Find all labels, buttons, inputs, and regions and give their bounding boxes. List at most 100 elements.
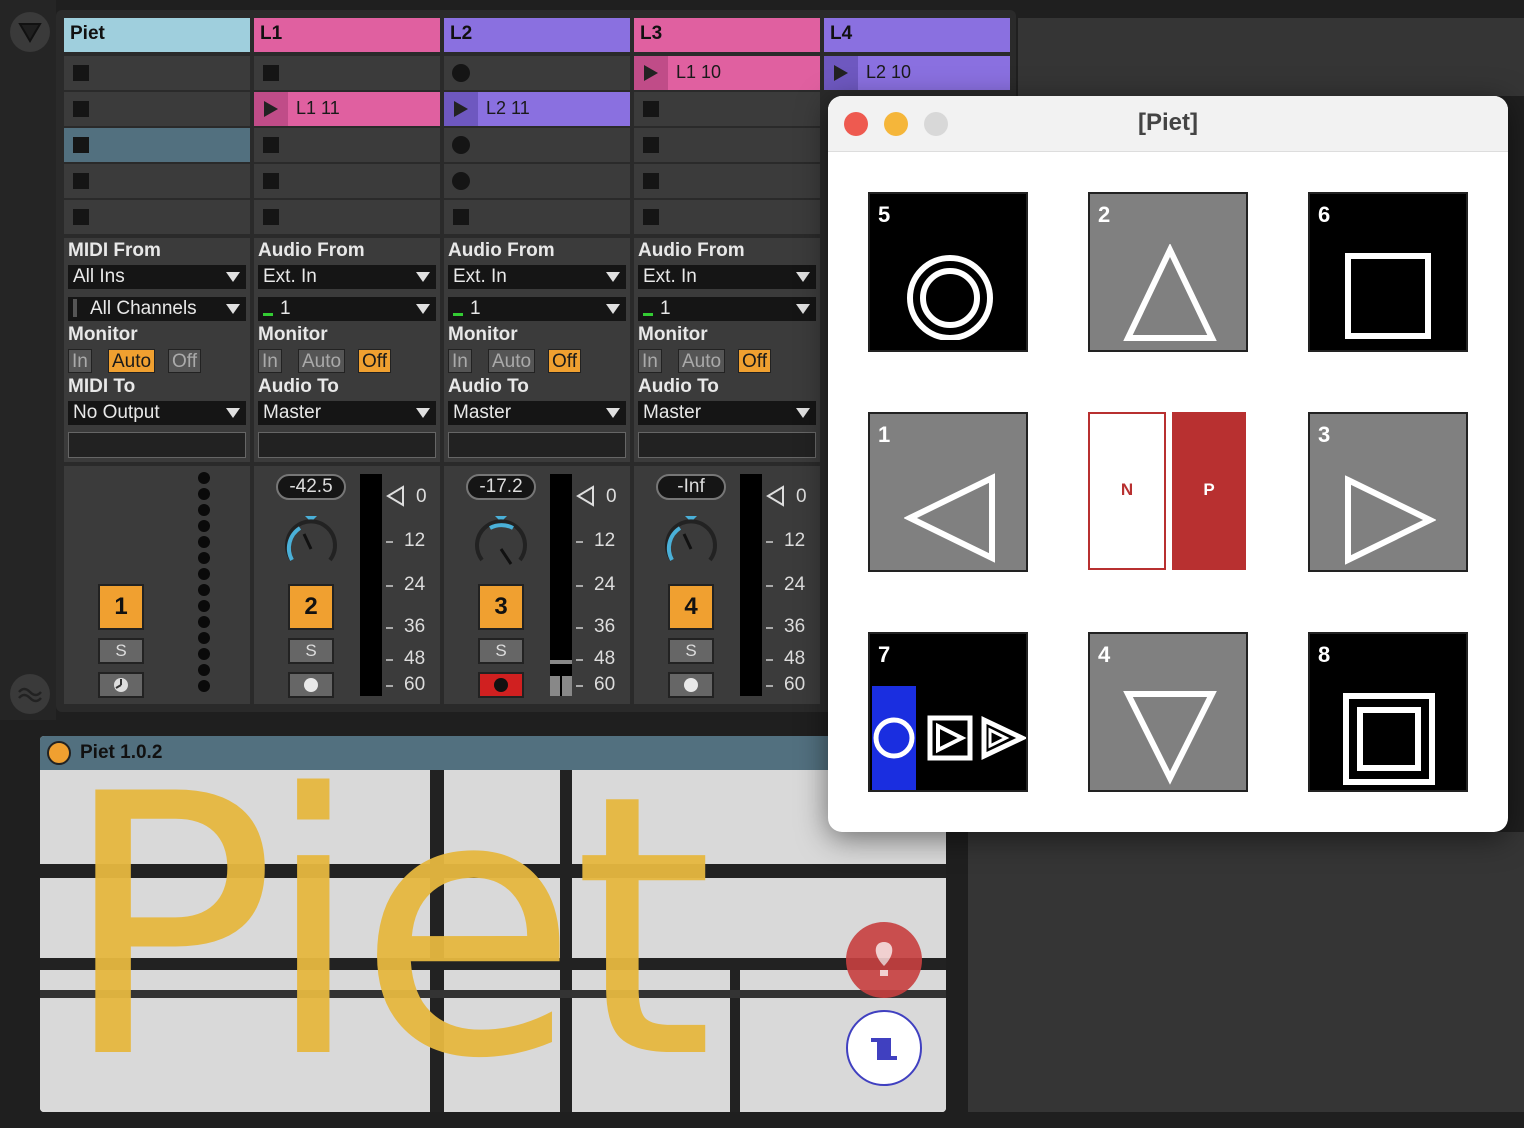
arm-button[interactable] <box>668 672 714 698</box>
track-header-piet[interactable]: Piet <box>64 18 250 52</box>
audio-to-dropdown[interactable]: Master <box>448 401 626 425</box>
empty-field[interactable] <box>638 432 816 458</box>
triangle-down-icon[interactable] <box>10 12 50 52</box>
clip-slot[interactable] <box>444 200 630 234</box>
clip-slot[interactable] <box>444 128 630 162</box>
clip-slot[interactable] <box>254 128 440 162</box>
audio-to-dropdown[interactable]: Master <box>638 401 816 425</box>
scroll-icon[interactable] <box>846 1010 922 1086</box>
stop-icon <box>453 209 469 225</box>
n-button[interactable]: N <box>1088 412 1166 570</box>
monitor-off-button[interactable]: Off <box>358 349 391 373</box>
chevron-down-icon <box>796 304 810 314</box>
track-header-l1[interactable]: L1 <box>254 18 440 52</box>
pad-1[interactable]: 1 <box>868 412 1028 572</box>
pad-7[interactable]: 7 <box>868 632 1028 792</box>
meter-scale-label: 60 <box>594 674 616 695</box>
channel-dropdown[interactable]: 1 <box>258 297 436 321</box>
empty-field[interactable] <box>448 432 626 458</box>
track-header-l2[interactable]: L2 <box>444 18 630 52</box>
solo-button[interactable]: S <box>288 638 334 664</box>
solo-button[interactable]: S <box>478 638 524 664</box>
monitor-off-button[interactable]: Off <box>738 349 771 373</box>
balloon-icon[interactable] <box>846 922 922 998</box>
clip-slot[interactable] <box>634 200 820 234</box>
pad-6[interactable]: 6 <box>1308 192 1468 352</box>
monitor-auto-button[interactable]: Auto <box>108 349 156 373</box>
pan-knob[interactable] <box>660 512 722 574</box>
clip[interactable]: L2 10 <box>824 56 1010 90</box>
solo-button[interactable]: S <box>98 638 144 664</box>
meter-scale-label: 0 <box>606 486 617 507</box>
clip-slot[interactable] <box>254 200 440 234</box>
arm-button[interactable] <box>288 672 334 698</box>
p-button[interactable]: P <box>1172 412 1246 570</box>
clip-slot-selected[interactable] <box>64 128 250 162</box>
track-activator-button[interactable]: 3 <box>478 584 524 630</box>
midi-to-dropdown[interactable]: No Output <box>68 401 246 425</box>
empty-field[interactable] <box>68 432 246 458</box>
clip-slot[interactable] <box>444 56 630 90</box>
audio-from-dropdown[interactable]: Ext. In <box>448 265 626 289</box>
play-icon[interactable] <box>824 56 858 90</box>
audio-from-dropdown[interactable]: Ext. In <box>638 265 816 289</box>
clip-slot[interactable] <box>634 128 820 162</box>
p-label: P <box>1203 480 1215 499</box>
monitor-in-button[interactable]: In <box>68 349 92 373</box>
clip[interactable]: L2 11 <box>444 92 630 126</box>
volume-value[interactable]: -42.5 <box>276 474 346 500</box>
monitor-auto-button[interactable]: Auto <box>678 349 726 373</box>
track-header-l4[interactable]: L4 <box>824 18 1010 52</box>
clip[interactable]: L1 10 <box>634 56 820 90</box>
pan-knob[interactable] <box>470 512 532 574</box>
monitor-in-button[interactable]: In <box>258 349 282 373</box>
pad-4[interactable]: 4 <box>1088 632 1248 792</box>
track-activator-button[interactable]: 4 <box>668 584 714 630</box>
volume-value[interactable]: -17.2 <box>466 474 536 500</box>
pad-2[interactable]: 2 <box>1088 192 1248 352</box>
channel-dropdown[interactable]: 1 <box>638 297 816 321</box>
pad-5[interactable]: 5 <box>868 192 1028 352</box>
pad-3[interactable]: 3 <box>1308 412 1468 572</box>
clip-slot[interactable] <box>634 92 820 126</box>
clip-slot[interactable] <box>254 164 440 198</box>
clip-slot[interactable] <box>64 92 250 126</box>
arm-button[interactable] <box>478 672 524 698</box>
empty-field[interactable] <box>258 432 436 458</box>
play-icon[interactable] <box>254 92 288 126</box>
record-slot-icon <box>452 172 470 190</box>
channel-dropdown[interactable]: 1 <box>448 297 626 321</box>
clip-slot[interactable] <box>254 56 440 90</box>
audio-from-label: Audio From <box>638 240 745 261</box>
stop-icon <box>73 209 89 225</box>
monitor-off-button[interactable]: Off <box>168 349 201 373</box>
channel-dropdown[interactable]: All Channels <box>68 297 246 321</box>
monitor-auto-button[interactable]: Auto <box>488 349 536 373</box>
track-header-l3[interactable]: L3 <box>634 18 820 52</box>
meter-peak <box>550 660 572 664</box>
pan-knob[interactable] <box>280 512 342 574</box>
volume-value[interactable]: -Inf <box>656 474 726 500</box>
monitor-off-button[interactable]: Off <box>548 349 581 373</box>
monitor-in-button[interactable]: In <box>448 349 472 373</box>
clip-slot[interactable] <box>64 200 250 234</box>
audio-from-dropdown[interactable]: Ext. In <box>258 265 436 289</box>
midi-from-dropdown[interactable]: All Ins <box>68 265 246 289</box>
clip-slot[interactable] <box>64 56 250 90</box>
clip-slot[interactable] <box>444 164 630 198</box>
track-activator-button[interactable]: 1 <box>98 584 144 630</box>
solo-button[interactable]: S <box>668 638 714 664</box>
audio-to-dropdown[interactable]: Master <box>258 401 436 425</box>
clip-slot[interactable] <box>634 164 820 198</box>
clock-icon[interactable] <box>98 672 144 698</box>
clip-name: L2 11 <box>486 98 530 118</box>
monitor-in-button[interactable]: In <box>638 349 662 373</box>
play-icon[interactable] <box>634 56 668 90</box>
clip[interactable]: L1 11 <box>254 92 440 126</box>
clip-slot[interactable] <box>64 164 250 198</box>
play-icon[interactable] <box>444 92 478 126</box>
track-activator-button[interactable]: 2 <box>288 584 334 630</box>
waveform-icon[interactable] <box>10 674 50 714</box>
monitor-auto-button[interactable]: Auto <box>298 349 346 373</box>
pad-8[interactable]: 8 <box>1308 632 1468 792</box>
